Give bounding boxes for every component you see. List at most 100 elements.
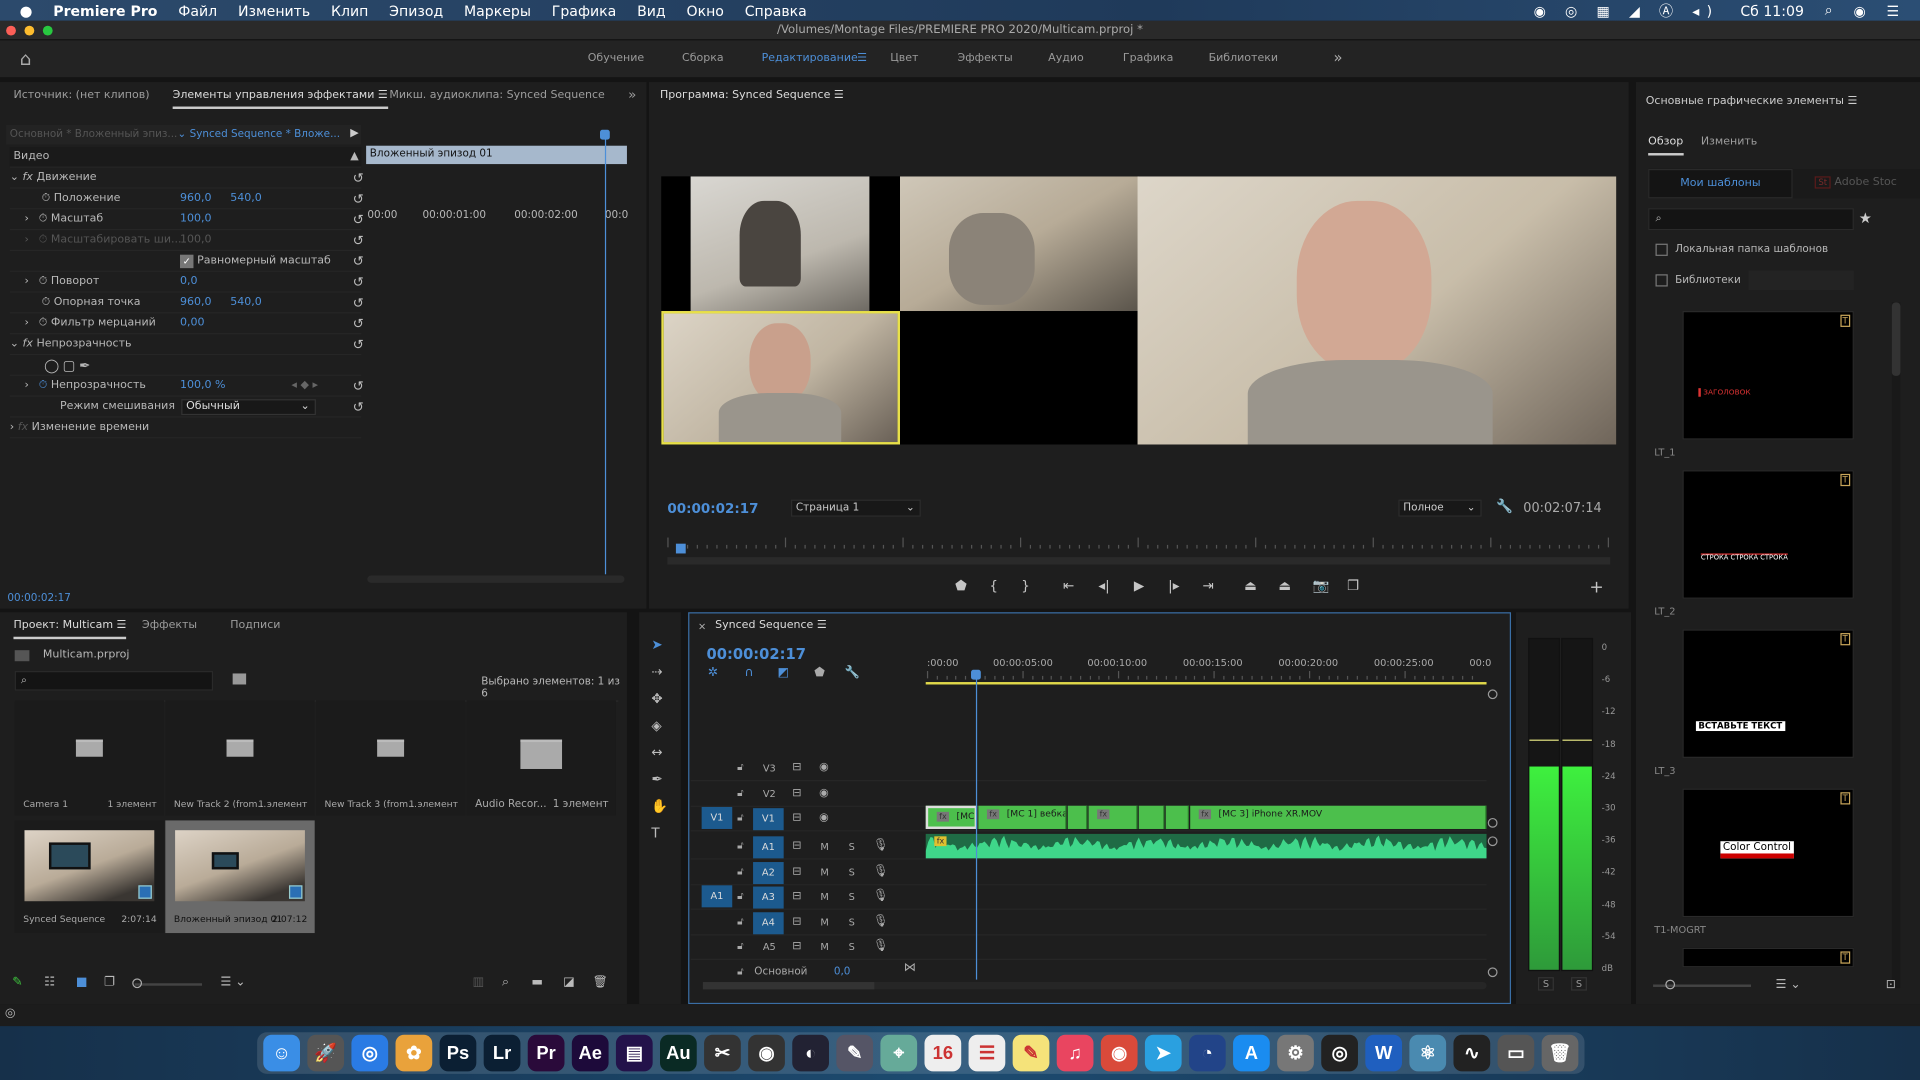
timeline-horizontal-scrollbar[interactable]	[702, 982, 1487, 990]
video-clip[interactable]: fx [MC 3] iPhone XR.MOV	[1190, 805, 1487, 829]
templates-scrollbar[interactable]	[1891, 302, 1901, 989]
track-target-A3[interactable]: A3	[753, 886, 784, 909]
dock-folder[interactable]: ▭	[1497, 1034, 1535, 1072]
video-clip[interactable]: fx [MC	[925, 805, 978, 829]
play-only-clip-audio-icon[interactable]: ▶	[350, 127, 358, 139]
microphone-icon[interactable]: 🎙︎	[873, 939, 889, 952]
dock-premiere[interactable]: Pr	[527, 1034, 565, 1072]
track-target-A5[interactable]: A5	[763, 942, 776, 953]
templates-search-input[interactable]: ⌕	[1648, 208, 1854, 231]
dock-activity-monitor[interactable]: ∿	[1453, 1034, 1491, 1072]
new-item-icon[interactable]: ◪	[563, 976, 575, 989]
hand-tool[interactable]: ✋	[651, 798, 668, 814]
zoom-window-button[interactable]	[42, 25, 53, 36]
ellipse-mask-icon[interactable]: ◯	[44, 358, 59, 374]
mute-button[interactable]: M	[820, 866, 828, 877]
export-frame-icon[interactable]: 📷	[1313, 578, 1330, 594]
source-patch-a1[interactable]: A1	[701, 885, 733, 908]
lock-icon[interactable]: 🔓︎	[737, 787, 743, 799]
opacity-effect[interactable]: ⌄ fx Непрозрачность ↺	[9, 334, 364, 356]
stopwatch-icon[interactable]: ⏱	[39, 317, 48, 329]
meter-solo-button[interactable]: S	[1571, 977, 1588, 991]
anchor-x-value[interactable]: 960,0	[180, 293, 212, 314]
reset-icon[interactable]: ↺	[353, 313, 364, 334]
more-workspaces-button[interactable]: »	[1333, 49, 1342, 66]
tab-browse[interactable]: Обзор	[1648, 136, 1684, 156]
reset-icon[interactable]: ↺	[353, 334, 364, 355]
ec-playhead[interactable]	[604, 131, 607, 575]
quality-dropdown[interactable]: Полное ⌄	[1398, 499, 1482, 517]
meter-solo-button[interactable]: S	[1537, 977, 1554, 991]
linked-selection-icon[interactable]: ◩	[778, 666, 790, 679]
opacity-value[interactable]: 100,0 %	[180, 376, 226, 397]
creative-cloud-icon[interactable]: ◎	[5, 1007, 16, 1020]
list-view-icon[interactable]: ☷	[44, 976, 55, 989]
program-monitor-tab[interactable]: Программа: Synced Sequence ☰	[660, 89, 844, 106]
menu-4[interactable]: Маркеры	[464, 2, 531, 19]
zoom-slider[interactable]	[132, 978, 203, 989]
ec-timecode[interactable]: 00:00:02:17	[7, 593, 71, 605]
anchor-y-value[interactable]: 540,0	[230, 293, 262, 314]
slip-tool[interactable]: ↔	[651, 744, 662, 760]
workspace-menu-icon[interactable]: ☰	[857, 53, 867, 65]
local-templates-checkbox[interactable]	[1655, 243, 1668, 256]
mute-button[interactable]: M	[820, 891, 828, 902]
reset-icon[interactable]: ↺	[353, 272, 364, 293]
dock-calendar[interactable]: 16	[924, 1034, 962, 1072]
clock[interactable]: Сб 11:09	[1740, 2, 1804, 19]
close-window-button[interactable]	[6, 25, 16, 36]
selection-tool[interactable]: ➤	[651, 637, 662, 653]
dock-davinci[interactable]: ◉	[748, 1034, 785, 1072]
template-thumbnail[interactable]: T ВСТАВЬТЕ ТЕКСТ	[1682, 629, 1854, 758]
siri-icon[interactable]: ◉	[1853, 2, 1865, 19]
lock-icon[interactable]: 🔓︎	[737, 812, 743, 824]
template-size-slider[interactable]	[1653, 979, 1752, 990]
sort-icon[interactable]: ☰ ⌄	[220, 976, 245, 989]
dock-trash[interactable]: 🗑	[1541, 1034, 1579, 1072]
tab-captions[interactable]: Подписи	[230, 620, 280, 632]
dock-preview[interactable]: ✎	[836, 1034, 874, 1072]
timeline-timecode[interactable]: 00:00:02:17	[707, 645, 806, 662]
lock-icon[interactable]: 🔓︎	[737, 915, 743, 927]
marker-icon[interactable]: ⬟	[955, 578, 967, 594]
camera-angle-1[interactable]	[690, 176, 870, 312]
project-up-icon[interactable]	[14, 650, 30, 662]
search-icon[interactable]: ⌕	[1825, 1, 1833, 19]
sync-lock-icon[interactable]: ⊟	[792, 890, 801, 902]
sync-lock-icon[interactable]: ⊟	[792, 940, 801, 952]
track-target-A4[interactable]: A4	[753, 911, 784, 934]
video-clip[interactable]: fx [MC 1] вебка.	[978, 805, 1067, 829]
dock-system-preferences[interactable]: ⚙	[1277, 1034, 1314, 1072]
solo-button[interactable]: S	[849, 917, 855, 928]
reset-icon[interactable]: ↺	[353, 189, 364, 210]
type-tool[interactable]: T	[651, 825, 659, 841]
dock-word[interactable]: W	[1365, 1034, 1403, 1072]
libraries-checkbox[interactable]	[1655, 274, 1668, 287]
dock-spotlight-app[interactable]: ◔	[1188, 1034, 1226, 1072]
video-clip[interactable]: fx	[1088, 805, 1138, 829]
sync-lock-icon[interactable]: ⊟	[792, 812, 801, 824]
bin-item[interactable]: New Track 2 (from... 1 элемент	[165, 700, 315, 816]
libraries-dropdown[interactable]	[1748, 270, 1854, 291]
menu-0[interactable]: Файл	[178, 2, 217, 19]
my-templates-button[interactable]: Мои шаблоны	[1648, 168, 1793, 199]
track-target-V1[interactable]: V1	[753, 808, 784, 831]
tab-effects[interactable]: Эффекты	[142, 620, 197, 632]
menu-8[interactable]: Справка	[745, 2, 807, 19]
eye-icon[interactable]: ◉	[819, 787, 829, 799]
dock-photos[interactable]: ✿	[395, 1034, 433, 1072]
lock-icon[interactable]: 🔓︎	[737, 940, 743, 952]
status-icons[interactable]: ◉ ◎ ▦ ◢ Ⓐ ◂)	[1534, 1, 1720, 21]
dock-reminders[interactable]: ☰	[968, 1034, 1006, 1072]
master-lock-icon[interactable]: 🔓︎	[737, 966, 743, 978]
dock-photoshop[interactable]: Ps	[439, 1034, 477, 1072]
track-select-tool[interactable]: ⇢	[651, 664, 662, 680]
sync-lock-icon[interactable]: ⊟	[792, 787, 801, 799]
position-y-value[interactable]: 540,0	[230, 189, 262, 210]
reset-icon[interactable]: ↺	[353, 397, 364, 418]
workspace-tab-5[interactable]: Аудио	[1048, 53, 1084, 65]
workspace-tab-4[interactable]: Эффекты	[958, 53, 1013, 65]
workspace-tab-7[interactable]: Библиотеки	[1209, 53, 1278, 65]
microphone-icon[interactable]: 🎙︎	[873, 914, 889, 927]
program-scrollbar[interactable]	[667, 557, 1611, 565]
